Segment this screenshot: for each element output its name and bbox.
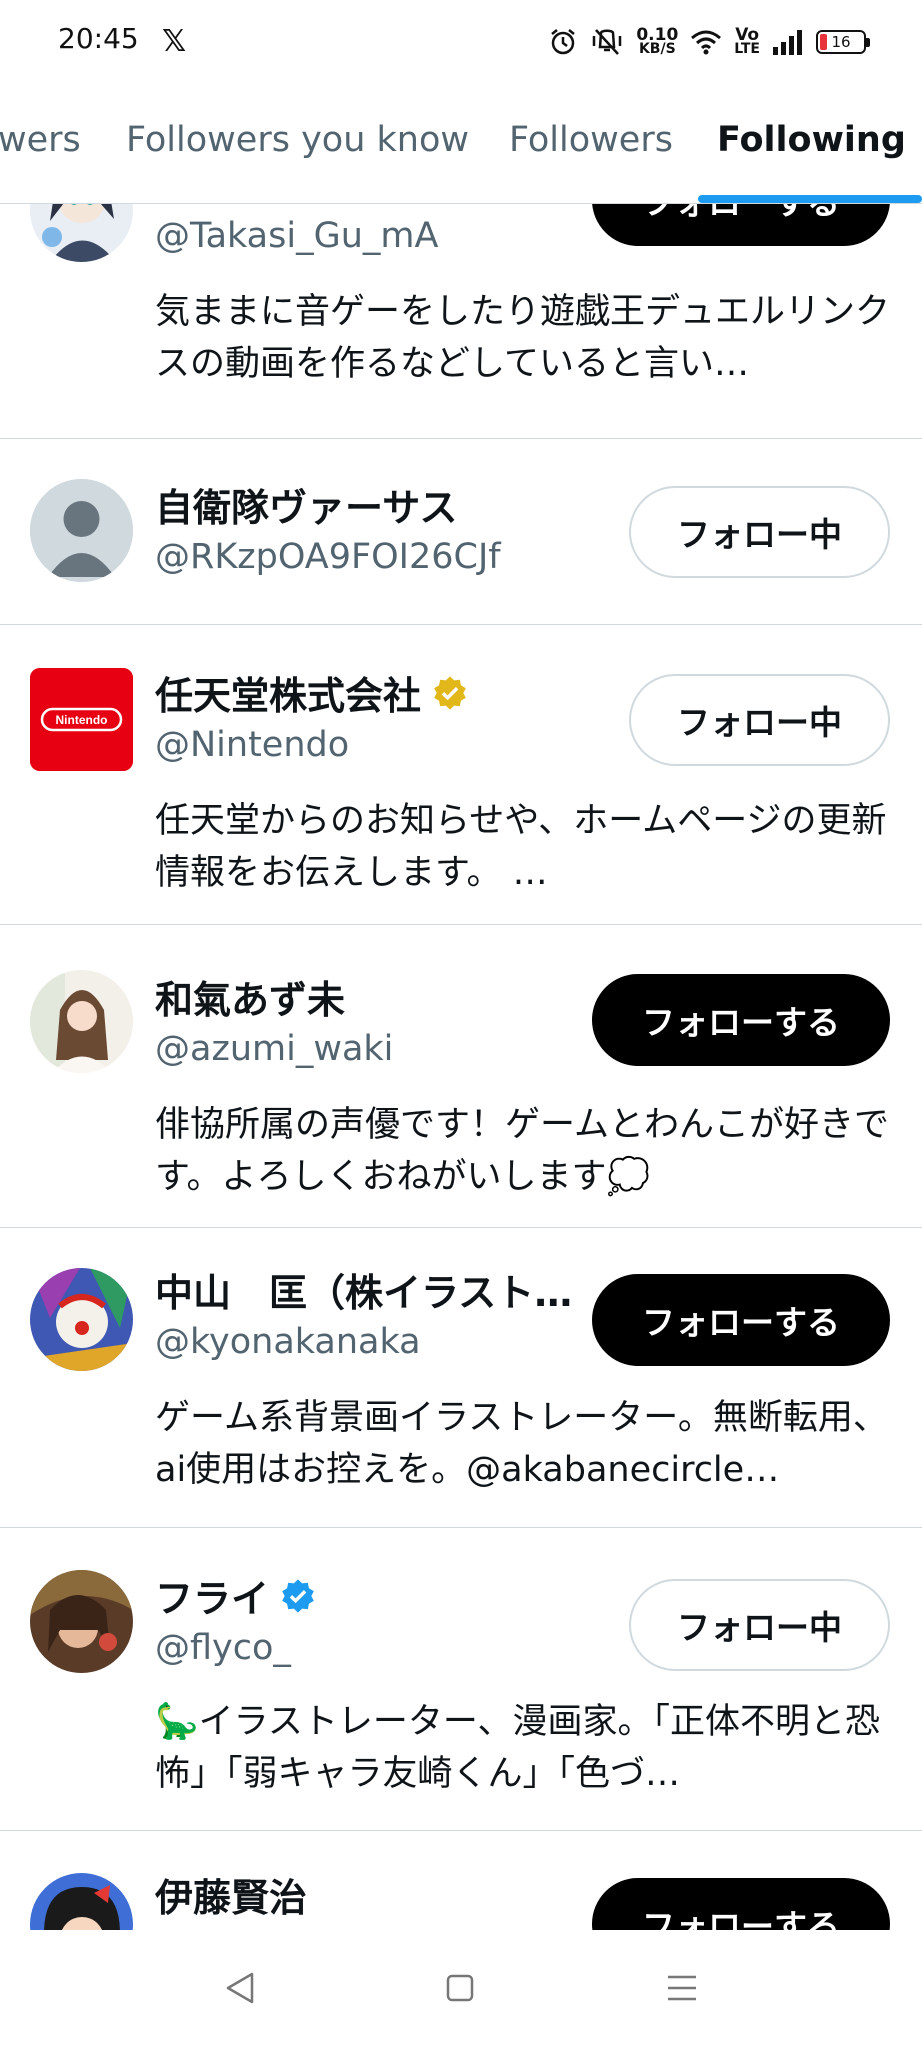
user-bio: 任天堂からのお知らせや、ホームページの更新情報をお伝えします。 … [155,801,887,893]
tab-following[interactable]: Following [717,120,906,160]
status-bar: 20:45 𝕏 0.10 KB/S Vo LTE 16 [0,0,922,84]
user-name-text: 和氣あず未 [155,978,346,1022]
user-handle: @Takasi_Gu_mA [155,216,439,256]
following-list: 瀬晃 @Takasi_Gu_mA フォローする 気ままに音ゲーをしたり遊戯王デュ… [0,204,922,1930]
user-bio: 俳協所属の声優です！ゲームとわんこが好きです。よろしくおねがいします💭 [155,1105,889,1197]
following-button[interactable]: フォロー中 [629,1579,890,1671]
following-button[interactable]: フォロー中 [629,486,890,578]
user-name-text: フライ [155,1577,270,1621]
user-handle: @azumi_waki [155,1029,394,1069]
tab-verified-followers[interactable]: wers [0,120,81,160]
follow-button[interactable]: フォローする [592,1878,890,1930]
user-row[interactable]: 和氣あず未 @azumi_waki フォローする 俳協所属の声優です！ゲームとわ… [0,925,922,1228]
verified-blue-badge-icon [279,1577,317,1615]
home-icon[interactable] [440,1968,480,2008]
user-name[interactable]: 任天堂株式会社 [155,665,469,720]
follow-button[interactable]: フォローする [592,1274,890,1366]
status-time: 20:45 [58,22,139,55]
user-row[interactable]: フライ @flyco_ フォロー中 🦕イラストレーター、漫画家。「正体不明と恐怖… [0,1528,922,1831]
avatar[interactable]: Nintendo [30,668,133,771]
alarm-icon [548,27,578,57]
user-row[interactable]: 瀬晃 @Takasi_Gu_mA フォローする 気ままに音ゲーをしたり遊戯王デュ… [0,204,922,439]
recents-icon[interactable] [662,1968,702,2008]
user-name[interactable]: 瀬晃 [155,204,231,209]
vibrate-off-icon [590,27,624,57]
network-speed-value: 0.10 [636,25,679,45]
default-avatar-icon[interactable] [30,479,133,582]
signal-icon [772,29,804,55]
user-name-text: 伊藤賢治 [155,1876,308,1920]
user-name[interactable]: フライ [155,1568,317,1623]
user-name[interactable]: 伊藤賢治 [155,1867,307,1922]
wifi-icon [690,28,722,56]
avatar[interactable] [30,970,133,1073]
network-speed: 0.10 KB/S [636,25,679,57]
avatar[interactable] [30,1873,133,1930]
user-name[interactable]: 中山 匡（株イラスト… [155,1262,572,1317]
user-row[interactable]: Nintendo 任天堂株式会社 @Nintendo フォロー中 任天堂からのお… [0,625,922,925]
user-name[interactable]: 自衛隊ヴァーサス [155,477,457,532]
follow-button[interactable]: フォローする [592,974,890,1066]
user-row[interactable]: 伊藤賢治 フォローする [0,1831,922,1930]
active-tab-indicator [698,195,922,203]
user-name-text: 中山 匡（株イラスト… [155,1271,573,1315]
volte-icon: Vo LTE [734,25,760,57]
network-speed-unit: KB/S [638,41,676,57]
tab-followers[interactable]: Followers [509,120,673,160]
user-name-text: 瀬晃 [155,204,231,209]
follow-button[interactable]: フォローする [592,204,890,246]
user-handle: @flyco_ [155,1628,291,1668]
nintendo-logo-text: Nintendo [56,713,108,727]
system-nav-bar [0,1930,922,2048]
battery-percent: 16 [831,33,851,51]
avatar[interactable] [30,204,133,262]
battery-icon: 16 [816,30,870,54]
user-row[interactable]: 中山 匡（株イラスト… @kyonakanaka フォローする ゲーム系背景画イ… [0,1228,922,1528]
user-name-text: 自衛隊ヴァーサス [155,486,458,530]
user-name[interactable]: 和氣あず未 [155,969,345,1024]
x-logo-icon: 𝕏 [162,24,187,59]
user-bio: ゲーム系背景画イラストレーター。無断転用、ai使用はお控えを。@akabanec… [155,1398,888,1490]
user-bio: 気ままに音ゲーをしたり遊戯王デュエルリンクスの動画を作るなどしていると言い… [155,292,891,384]
user-bio: 🦕イラストレーター、漫画家。「正体不明と恐怖」「弱キャラ友崎くん」「色づ… [155,1702,881,1794]
status-icons: 0.10 KB/S Vo LTE 16 [548,22,870,62]
avatar[interactable] [30,1570,133,1673]
user-handle: @kyonakanaka [155,1322,421,1362]
user-handle: @Nintendo [155,725,350,765]
user-name-text: 任天堂株式会社 [155,674,422,718]
user-handle: @RKzpOA9FOI26CJf [155,537,501,577]
user-row[interactable]: 自衛隊ヴァーサス @RKzpOA9FOI26CJf フォロー中 [0,439,922,625]
avatar[interactable] [30,1268,133,1371]
following-button[interactable]: フォロー中 [629,674,890,766]
back-icon[interactable] [220,1968,260,2008]
profile-tabs: wers Followers you know Followers Follow… [0,90,922,204]
tab-followers-you-know[interactable]: Followers you know [126,120,469,160]
verified-gold-badge-icon [431,674,469,712]
